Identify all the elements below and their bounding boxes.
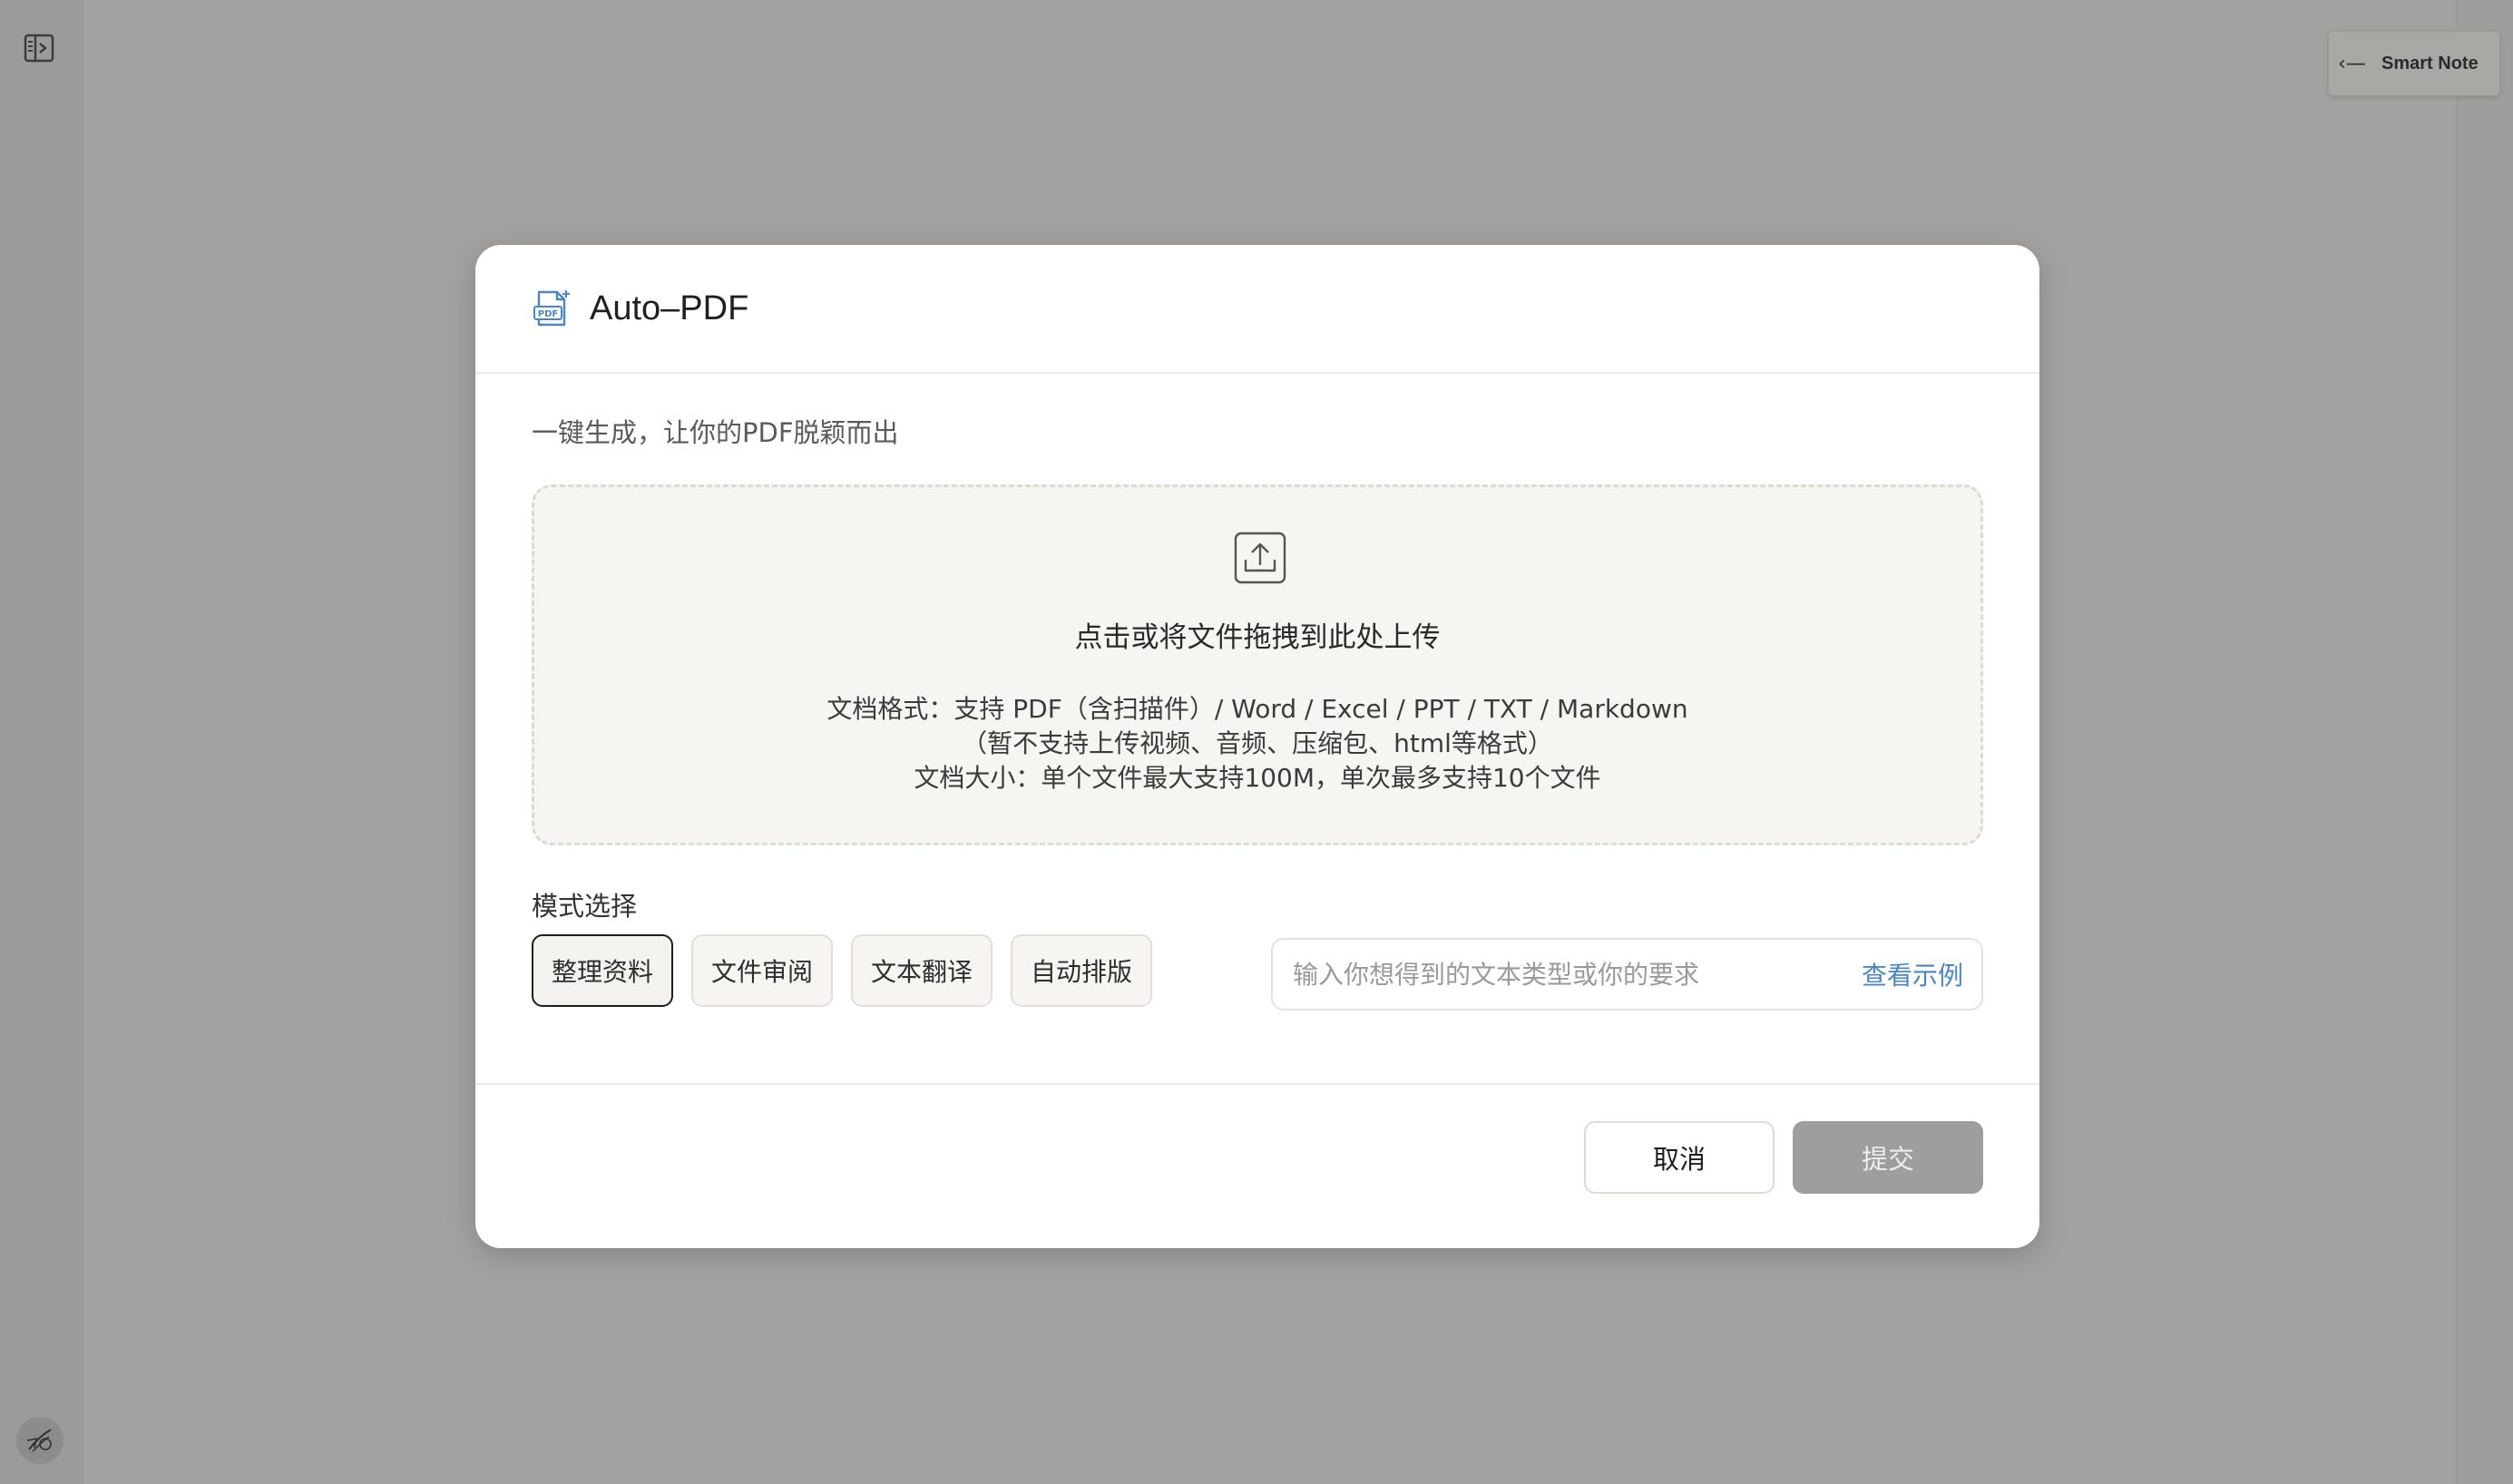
dialog-subtitle: 一键生成，让你的PDF脱颖而出 — [532, 417, 899, 448]
mode-option-review[interactable]: 文件审阅 — [691, 934, 834, 1007]
upload-title: 点击或将文件拖拽到此处上传 — [1074, 621, 1441, 654]
dialog-header: PDF Auto–PDF — [475, 245, 2039, 374]
upload-hint-unsupported: （暂不支持上传视频、音频、压缩包、html等格式） — [962, 728, 1553, 758]
mode-selector: 整理资料 文件审阅 文本翻译 自动排版 — [532, 934, 1153, 1007]
upload-icon — [1234, 532, 1286, 584]
cancel-button[interactable]: 取消 — [1584, 1121, 1775, 1194]
upload-hints: 文档格式：支持 PDF（含扫描件）/ Word / Excel / PPT / … — [534, 692, 1980, 796]
left-rail — [0, 0, 83, 1484]
mode-option-translate[interactable]: 文本翻译 — [851, 934, 993, 1007]
mode-option-autolayout[interactable]: 自动排版 — [1011, 934, 1153, 1007]
sidebar-toggle-button[interactable] — [22, 31, 56, 65]
upload-hint-size: 文档大小：单个文件最大支持100M，单次最多支持10个文件 — [914, 763, 1601, 793]
collapse-arrow-icon: ‹— — [2338, 52, 2366, 75]
request-input[interactable] — [1291, 958, 1862, 991]
sidebar-toggle-icon — [24, 34, 54, 63]
mode-label: 模式选择 — [532, 891, 638, 922]
request-input-box: 查看示例 — [1271, 938, 1983, 1010]
pdf-file-icon: PDF — [533, 290, 570, 327]
submit-button[interactable]: 提交 — [1793, 1121, 1983, 1194]
smart-note-tab[interactable]: ‹— Smart Note — [2328, 31, 2500, 96]
mode-option-organize[interactable]: 整理资料 — [532, 934, 674, 1007]
upload-hint-formats: 文档格式：支持 PDF（含扫描件）/ Word / Excel / PPT / … — [826, 694, 1688, 724]
smart-note-label: Smart Note — [2381, 53, 2479, 73]
dialog-footer: 取消 提交 — [475, 1083, 2039, 1248]
view-example-link[interactable]: 查看示例 — [1862, 956, 1963, 992]
avatar[interactable] — [16, 1417, 64, 1464]
file-upload-dropzone[interactable]: 点击或将文件拖拽到此处上传 文档格式：支持 PDF（含扫描件）/ Word / … — [532, 484, 1983, 845]
auto-pdf-dialog: PDF Auto–PDF 一键生成，让你的PDF脱颖而出 点击或将文件拖拽到此处… — [475, 245, 2039, 1248]
avatar-sketch-icon — [26, 1429, 52, 1452]
right-rail — [2457, 0, 2513, 1484]
app-root: ‹— Smart Note PDF Auto–PDF 一键生成，让你的PDF脱颖… — [0, 0, 2513, 1484]
dialog-title: Auto–PDF — [590, 288, 749, 327]
svg-text:PDF: PDF — [538, 309, 558, 319]
